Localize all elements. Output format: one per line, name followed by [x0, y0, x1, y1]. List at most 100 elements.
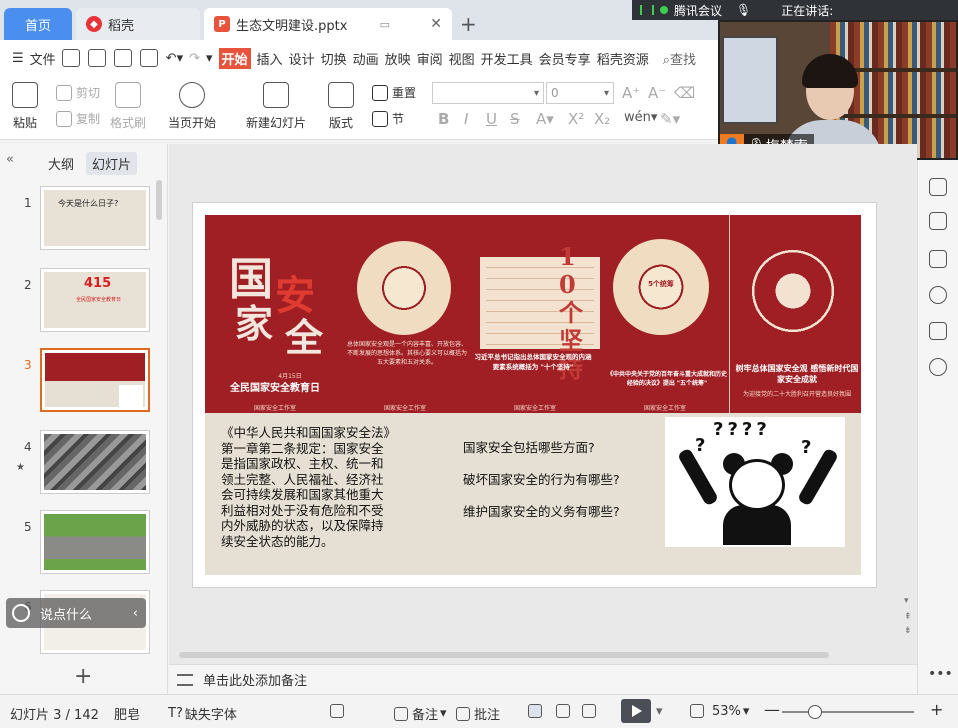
- menu-developer[interactable]: 开发工具: [481, 49, 533, 68]
- star-shape-icon[interactable]: [929, 212, 947, 230]
- redo-icon[interactable]: ↷: [189, 51, 200, 66]
- quick-access-more-icon[interactable]: ▾: [206, 51, 213, 66]
- menu-design[interactable]: 设计: [289, 49, 315, 68]
- zoom-out-icon[interactable]: —: [764, 700, 780, 719]
- slide-thumbnail-3[interactable]: [40, 348, 150, 412]
- export-icon[interactable]: [87, 49, 106, 67]
- window-mode-icon[interactable]: ▭: [380, 18, 390, 31]
- zoom-level[interactable]: 53% ▾: [712, 704, 749, 719]
- section-button[interactable]: 节: [372, 110, 404, 127]
- question-1[interactable]: 国家安全包括哪些方面?: [463, 437, 595, 456]
- zoom-in-icon[interactable]: +: [930, 700, 943, 719]
- help-icon[interactable]: [929, 286, 947, 304]
- menu-insert[interactable]: 插入: [257, 49, 283, 68]
- canvas-horizontal-scrollbar[interactable]: [179, 650, 909, 658]
- menu-daoke-resources[interactable]: 稻壳资源: [597, 49, 649, 68]
- zoom-slider-handle[interactable]: [808, 705, 822, 719]
- notes-pane[interactable]: 单击此处添加备注: [169, 664, 917, 694]
- next-slide-icon[interactable]: ⇟: [904, 626, 912, 636]
- new-slide-button[interactable]: 新建幻灯片: [246, 82, 306, 131]
- panda-meme-image[interactable]: ???? ? ?: [665, 417, 845, 547]
- missing-font-button[interactable]: T? 缺失字体: [168, 704, 237, 723]
- scroll-down-icon[interactable]: ▾: [904, 596, 909, 606]
- collapse-chat-icon[interactable]: ‹: [133, 606, 138, 621]
- theme-name[interactable]: 肥皂: [114, 704, 140, 723]
- strikethrough-icon[interactable]: S: [510, 110, 520, 128]
- slide-thumbnail-5[interactable]: [40, 510, 150, 574]
- slide-thumbnail-1[interactable]: 今天是什么日子?: [40, 186, 150, 250]
- robot-icon[interactable]: [929, 322, 947, 340]
- meeting-video[interactable]: 👤 🎙 梅梦索: [718, 20, 958, 160]
- chat-input[interactable]: 说点什么 ‹: [6, 598, 146, 628]
- collapse-panel-icon[interactable]: «: [6, 152, 14, 167]
- play-from-current-button[interactable]: 当页开始: [168, 82, 216, 131]
- question-2[interactable]: 破坏国家安全的行为有哪些?: [463, 469, 620, 488]
- slideshow-options-icon[interactable]: ▾: [656, 704, 663, 719]
- settings-sliders-icon[interactable]: [929, 178, 947, 196]
- layout-button[interactable]: 版式: [328, 82, 354, 131]
- prev-slide-icon[interactable]: ⇞: [904, 612, 912, 622]
- slide-sorter-icon[interactable]: [556, 704, 574, 718]
- format-painter-button[interactable]: 格式刷: [110, 82, 146, 131]
- zoom-value: 53%: [712, 704, 741, 719]
- tab-outline[interactable]: 大纲: [48, 154, 74, 173]
- more-icon[interactable]: •••: [928, 666, 953, 682]
- print-icon[interactable]: [113, 49, 132, 67]
- decrease-font-icon[interactable]: A⁻: [648, 84, 666, 102]
- comments-button[interactable]: 批注: [456, 704, 500, 723]
- fit-window-icon[interactable]: [690, 704, 708, 718]
- menu-animation[interactable]: 动画: [353, 49, 379, 68]
- menu-file[interactable]: 文件: [30, 49, 56, 68]
- copy-button[interactable]: 复制: [56, 110, 100, 127]
- slide-switch-icon[interactable]: [929, 250, 947, 268]
- menu-member[interactable]: 会员专享: [539, 49, 591, 68]
- question-3[interactable]: 维护国家安全的义务有哪些?: [463, 501, 620, 520]
- subscript-icon[interactable]: X₂: [594, 110, 610, 128]
- close-tab-icon[interactable]: ✕: [430, 16, 442, 32]
- undo-icon[interactable]: ↶▾: [166, 51, 183, 66]
- menu-slideshow[interactable]: 放映: [385, 49, 411, 68]
- tab-slides[interactable]: 幻灯片: [86, 152, 138, 175]
- increase-font-icon[interactable]: A⁺: [622, 84, 640, 102]
- tab-daoke[interactable]: ◆ 稻壳: [76, 8, 200, 40]
- add-slide-icon[interactable]: +: [74, 664, 92, 689]
- save-icon[interactable]: [61, 49, 80, 67]
- menu-view[interactable]: 视图: [449, 49, 475, 68]
- mic-icon[interactable]: 🎙: [736, 3, 751, 17]
- cut-button[interactable]: 剪切: [56, 84, 100, 101]
- phonetic-icon[interactable]: wén▾: [624, 110, 657, 125]
- slide-thumbnail-4[interactable]: [40, 430, 150, 494]
- law-text[interactable]: 《中华人民共和国国家安全法》第一章第二条规定：国家安全是指国家政权、主权、统一和…: [221, 425, 393, 549]
- slideshow-play-button[interactable]: [621, 699, 651, 723]
- tab-document[interactable]: P 生态文明建设.pptx ▭ ✕: [204, 8, 452, 40]
- slide-thumbnail-2[interactable]: 415 全民国家安全教育日: [40, 268, 150, 332]
- new-tab-icon[interactable]: +: [460, 12, 477, 36]
- print-preview-icon[interactable]: [139, 49, 158, 67]
- panel-scrollbar[interactable]: [156, 180, 162, 220]
- highlight-icon[interactable]: ✎▾: [660, 110, 680, 128]
- menu-review[interactable]: 审阅: [417, 49, 443, 68]
- paste-button[interactable]: 粘贴: [12, 82, 38, 131]
- notes-toggle-button[interactable]: 备注 ▾: [394, 704, 447, 723]
- superscript-icon[interactable]: X²: [568, 110, 584, 128]
- reset-button[interactable]: 重置: [372, 84, 416, 101]
- tab-home[interactable]: 首页: [4, 8, 72, 40]
- font-family-select[interactable]: [432, 82, 544, 104]
- current-slide[interactable]: 国 家 安 全 4月15日 全民国家安全教育日 国家安全工作室 总体国家安全观是…: [192, 202, 877, 588]
- italic-icon[interactable]: I: [464, 110, 468, 128]
- clear-format-icon[interactable]: ⌫: [674, 84, 695, 102]
- font-size-select[interactable]: 0: [546, 82, 614, 104]
- search-button[interactable]: ⌕查找: [663, 49, 696, 68]
- reading-view-icon[interactable]: [582, 704, 600, 718]
- protect-icon[interactable]: [330, 704, 348, 718]
- menu-start[interactable]: 开始: [218, 47, 251, 69]
- zoom-slider-track[interactable]: [782, 711, 914, 713]
- normal-view-icon[interactable]: [528, 704, 546, 718]
- bold-icon[interactable]: B: [438, 110, 449, 128]
- underline-icon[interactable]: U: [486, 110, 497, 128]
- hamburger-icon[interactable]: ☰: [12, 51, 24, 66]
- lightning-icon[interactable]: [929, 358, 947, 376]
- emoji-icon[interactable]: [12, 604, 30, 622]
- font-color-icon[interactable]: A▾: [536, 110, 554, 128]
- menu-transition[interactable]: 切换: [321, 49, 347, 68]
